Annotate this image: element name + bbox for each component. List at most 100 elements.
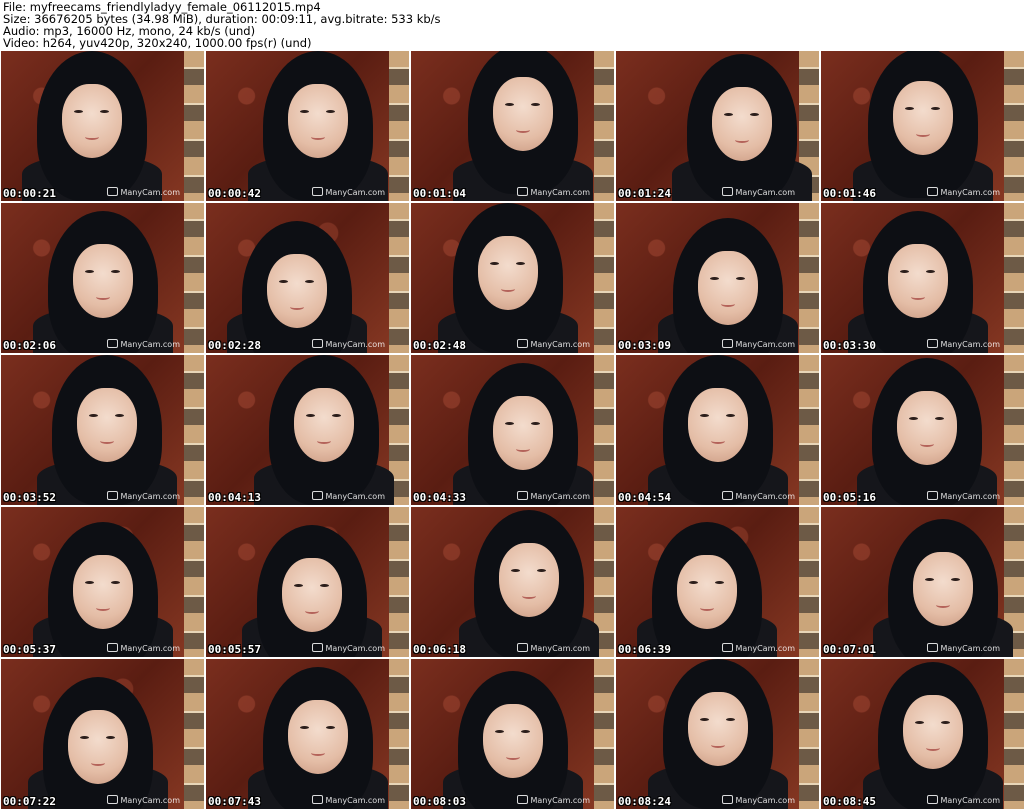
person-eye: [331, 414, 341, 417]
bookshelf: [594, 355, 614, 505]
person-face: [267, 254, 328, 328]
camera-icon: [722, 795, 734, 804]
person-eye: [723, 113, 733, 116]
watermark: ManyCam.com: [927, 491, 1000, 501]
person-face: [72, 243, 133, 318]
person-eye: [299, 110, 309, 113]
watermark-text: ManyCam.com: [530, 340, 590, 349]
camera-icon: [312, 795, 324, 804]
person-eye: [319, 584, 329, 587]
bookshelf: [594, 51, 614, 201]
person-eye: [510, 569, 520, 572]
bookshelf: [594, 659, 614, 809]
person-mouth: [710, 742, 725, 748]
camera-icon: [722, 491, 734, 500]
timestamp-label: 00:07:01: [823, 643, 876, 656]
person-mouth: [521, 593, 536, 599]
person-mouth: [911, 294, 926, 300]
person-eye: [725, 414, 735, 417]
camera-icon: [312, 187, 324, 196]
bookshelf: [799, 355, 819, 505]
thumbnail-frame: ManyCam.com 00:04:13: [206, 355, 409, 505]
thumbnail-frame: ManyCam.com 00:08:03: [411, 659, 614, 809]
person-face: [76, 388, 137, 462]
timestamp-label: 00:02:06: [3, 339, 56, 352]
person-face: [896, 391, 957, 465]
camera-icon: [107, 643, 119, 652]
thumbnail-frame: ManyCam.com 00:04:33: [411, 355, 614, 505]
bookshelf: [799, 507, 819, 657]
person-mouth: [515, 446, 530, 452]
person-eye: [530, 102, 540, 106]
person-eye: [914, 721, 924, 724]
bookshelf: [184, 659, 204, 809]
thumbnail-frame: ManyCam.com 00:04:54: [616, 355, 819, 505]
bookshelf: [799, 659, 819, 809]
person-eye: [305, 414, 315, 417]
watermark: ManyCam.com: [312, 339, 385, 349]
person-eye: [904, 107, 914, 110]
person-eye: [900, 269, 910, 273]
contact-sheet-header: File: myfreecams_friendlyladyy_female_06…: [0, 0, 1024, 50]
thumbnail-frame: ManyCam.com 00:02:28: [206, 203, 409, 353]
thumbnail-frame: ManyCam.com 00:07:22: [1, 659, 204, 809]
person-eye: [110, 581, 120, 584]
timestamp-label: 00:00:21: [3, 187, 56, 200]
watermark-text: ManyCam.com: [735, 188, 795, 197]
thumbnail-frame: ManyCam.com 00:02:48: [411, 203, 614, 353]
watermark: ManyCam.com: [107, 643, 180, 653]
timestamp-label: 00:06:39: [618, 643, 671, 656]
person-eye: [494, 730, 504, 733]
person-eye: [84, 581, 94, 584]
person-mouth: [925, 745, 940, 751]
camera-icon: [722, 643, 734, 652]
timestamp-label: 00:01:46: [823, 187, 876, 200]
watermark-text: ManyCam.com: [940, 492, 1000, 501]
bookshelf: [184, 355, 204, 505]
person-mouth: [710, 438, 725, 444]
person-face: [72, 555, 133, 629]
watermark-text: ManyCam.com: [325, 644, 385, 653]
timestamp-label: 00:06:18: [413, 643, 466, 656]
person-mouth: [310, 750, 325, 756]
person-eye: [504, 102, 514, 106]
person-eye: [84, 269, 94, 273]
camera-icon: [517, 339, 529, 348]
watermark-text: ManyCam.com: [325, 796, 385, 805]
camera-icon: [927, 491, 939, 500]
person-eye: [735, 277, 745, 280]
watermark-text: ManyCam.com: [940, 340, 1000, 349]
timestamp-label: 00:04:54: [618, 491, 671, 504]
watermark-text: ManyCam.com: [120, 644, 180, 653]
watermark: ManyCam.com: [722, 187, 795, 197]
bookshelf: [184, 507, 204, 657]
person-mouth: [95, 294, 110, 300]
watermark-text: ManyCam.com: [940, 188, 1000, 197]
camera-icon: [312, 643, 324, 652]
bookshelf: [1004, 51, 1024, 201]
person-eye: [725, 718, 735, 721]
camera-icon: [927, 339, 939, 348]
person-eye: [699, 414, 709, 417]
timestamp-label: 00:05:57: [208, 643, 261, 656]
person-eye: [110, 269, 120, 273]
person-face: [498, 543, 559, 617]
thumbnail-frame: ManyCam.com 00:08:24: [616, 659, 819, 809]
camera-icon: [722, 339, 734, 348]
person-eye: [88, 414, 98, 417]
person-eye: [325, 110, 335, 113]
watermark-text: ManyCam.com: [530, 188, 590, 197]
person-face: [912, 552, 973, 626]
camera-icon: [107, 795, 119, 804]
person-mouth: [505, 754, 520, 760]
watermark-text: ManyCam.com: [325, 340, 385, 349]
watermark-text: ManyCam.com: [735, 796, 795, 805]
person-eye: [926, 269, 936, 273]
timestamp-label: 00:03:52: [3, 491, 56, 504]
person-eye: [299, 725, 309, 729]
thumbnail-frame: ManyCam.com 00:01:46: [821, 51, 1024, 201]
thumbnail-frame: ManyCam.com 00:00:42: [206, 51, 409, 201]
camera-icon: [107, 187, 119, 196]
watermark-text: ManyCam.com: [325, 492, 385, 501]
person-eye: [520, 730, 530, 733]
